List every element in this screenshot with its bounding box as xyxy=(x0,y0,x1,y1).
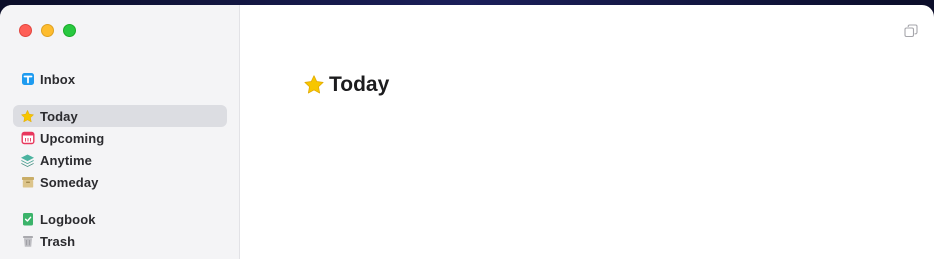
zoom-window-button[interactable] xyxy=(63,24,76,37)
sidebar-item-someday[interactable]: Someday xyxy=(13,171,227,193)
new-window-button[interactable] xyxy=(904,24,918,38)
app-window: Inbox Today Upcoming Anytime Someday Log… xyxy=(0,5,934,259)
sidebar-item-label: Inbox xyxy=(40,71,76,87)
sidebar-item-inbox[interactable]: Inbox xyxy=(13,68,227,90)
sidebar-item-label: Today xyxy=(40,108,78,124)
sidebar-item-label: Trash xyxy=(40,233,76,249)
page-title-text: Today xyxy=(329,73,390,96)
window-controls xyxy=(19,24,76,37)
trash-icon xyxy=(20,234,35,249)
star-icon xyxy=(303,74,325,96)
main-content: Today xyxy=(240,5,934,259)
sidebar-item-label: Someday xyxy=(40,174,99,190)
duplicate-window-icon xyxy=(904,24,918,38)
layers-icon xyxy=(20,153,35,168)
sidebar-item-trash[interactable]: Trash xyxy=(13,230,227,252)
sidebar-item-label: Logbook xyxy=(40,211,96,227)
sidebar-item-today[interactable]: Today xyxy=(13,105,227,127)
calendar-icon xyxy=(20,131,35,146)
page-title: Today xyxy=(303,73,389,97)
sidebar: Inbox Today Upcoming Anytime Someday Log… xyxy=(0,5,240,259)
sidebar-item-label: Anytime xyxy=(40,152,92,168)
sidebar-item-anytime[interactable]: Anytime xyxy=(13,149,227,171)
sidebar-item-upcoming[interactable]: Upcoming xyxy=(13,127,227,149)
minimize-window-button[interactable] xyxy=(41,24,54,37)
close-window-button[interactable] xyxy=(19,24,32,37)
logbook-icon xyxy=(20,212,35,227)
archive-box-icon xyxy=(20,175,35,190)
star-icon xyxy=(20,109,35,124)
sidebar-item-logbook[interactable]: Logbook xyxy=(13,208,227,230)
sidebar-item-label: Upcoming xyxy=(40,130,105,146)
inbox-icon xyxy=(20,72,35,87)
